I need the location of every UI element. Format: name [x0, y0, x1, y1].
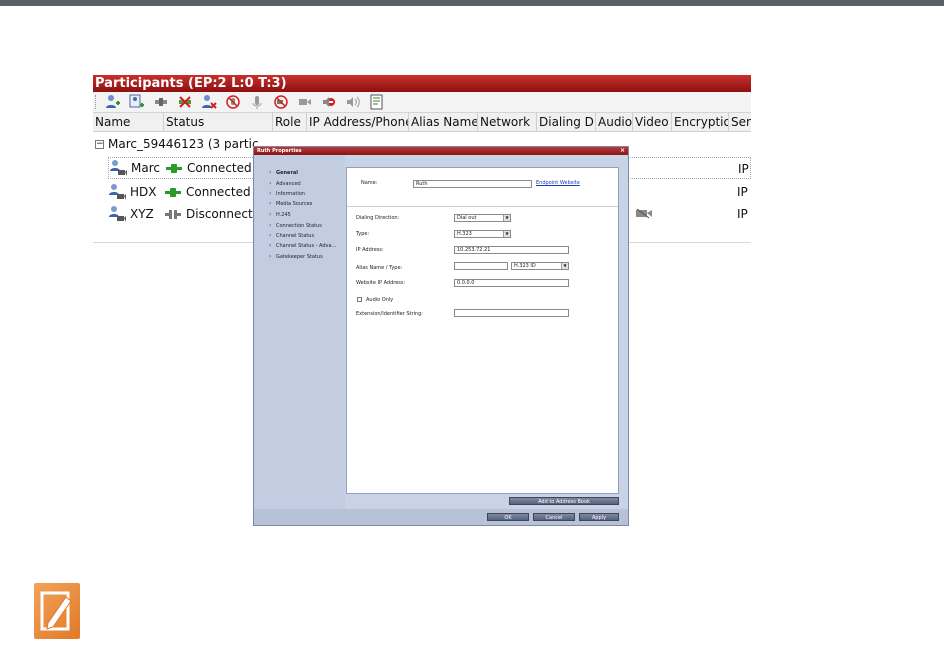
- extension-label: Extension/Identifier String:: [356, 311, 423, 317]
- nav-channel-status-advanced[interactable]: Channel Status - Adva...: [276, 243, 336, 249]
- nav-arrow-icon: ›: [269, 232, 272, 239]
- endpoint-website-link[interactable]: Endpoint Website: [536, 180, 580, 186]
- alias-type-select[interactable]: H.323 ID ▼: [511, 262, 569, 270]
- website-ip-label: Website IP Address:: [356, 280, 406, 286]
- website-ip-field[interactable]: 0.0.0.0: [454, 279, 569, 287]
- nav-arrow-icon: ›: [269, 222, 272, 229]
- column-network[interactable]: Network: [478, 113, 537, 131]
- participant-service: IP: [737, 185, 748, 199]
- volume-icon[interactable]: [341, 93, 365, 111]
- column-dialing[interactable]: Dialing Di: [537, 113, 596, 131]
- dialing-direction-value: Dial out: [457, 215, 477, 221]
- participant-service: IP: [737, 207, 748, 221]
- mute-audio-icon[interactable]: [221, 93, 245, 111]
- nav-media-sources[interactable]: Media Sources: [276, 201, 312, 207]
- panel-title: Participants (EP:2 L:0 T:3): [93, 75, 751, 92]
- nav-channel-status[interactable]: Channel Status: [276, 233, 314, 239]
- column-encryption[interactable]: Encryptio: [672, 113, 729, 131]
- nav-arrow-icon: ›: [269, 253, 272, 260]
- nav-gatekeeper-status[interactable]: Gatekeeper Status: [276, 254, 323, 260]
- conference-name: Marc_59446123 (3 partic: [108, 137, 259, 151]
- participant-service: IP: [738, 162, 749, 176]
- camera-icon[interactable]: [293, 93, 317, 111]
- nav-connection-status[interactable]: Connection Status: [276, 223, 322, 229]
- column-service[interactable]: Ser: [729, 113, 751, 131]
- name-field[interactable]: Ruth: [413, 180, 532, 188]
- general-tab-content: Name: Ruth Endpoint Website Dialing Dire…: [346, 167, 619, 494]
- toolbar: [93, 92, 751, 113]
- nav-advanced[interactable]: Advanced: [276, 181, 301, 187]
- nav-arrow-icon: ›: [269, 169, 272, 176]
- dialog-nav: › General › Advanced › Information › Med…: [254, 155, 345, 519]
- connected-icon: [165, 188, 181, 197]
- cancel-button[interactable]: Cancel: [533, 513, 575, 521]
- nav-arrow-icon: ›: [269, 200, 272, 207]
- nav-information[interactable]: Information: [276, 191, 305, 197]
- column-ip-address[interactable]: IP Address/Phone: [307, 113, 409, 131]
- participant-name: XYZ: [130, 207, 154, 221]
- chevron-down-icon: ▼: [561, 263, 568, 269]
- apply-button[interactable]: Apply: [579, 513, 619, 521]
- chevron-down-icon: ▼: [503, 231, 510, 237]
- nav-arrow-icon: ›: [269, 211, 272, 218]
- participant-name: Marc: [131, 161, 160, 175]
- connect-icon[interactable]: [149, 93, 173, 111]
- chevron-down-icon: ▼: [503, 215, 510, 221]
- dialing-direction-label: Dialing Direction:: [356, 215, 400, 221]
- note-icon: [34, 583, 80, 639]
- type-label: Type:: [356, 231, 370, 237]
- participant-name: HDX: [130, 185, 157, 199]
- add-from-book-icon[interactable]: [125, 93, 149, 111]
- type-select[interactable]: H.323 ▼: [454, 230, 511, 238]
- close-icon[interactable]: ×: [620, 147, 625, 155]
- top-bar: [0, 0, 944, 6]
- divider: [347, 206, 618, 207]
- dialog-title: Ruth Properties ×: [254, 147, 628, 155]
- column-audio[interactable]: Audio: [596, 113, 633, 131]
- toolbar-grip: [95, 95, 98, 109]
- audio-only-label: Audio Only: [366, 297, 394, 303]
- properties-icon[interactable]: [365, 93, 389, 111]
- column-role[interactable]: Role: [273, 113, 307, 131]
- block-audio-icon[interactable]: [317, 93, 341, 111]
- column-name[interactable]: Name: [93, 113, 164, 131]
- nav-arrow-icon: ›: [269, 190, 272, 197]
- alias-name-field[interactable]: [454, 262, 508, 270]
- column-video[interactable]: Video: [633, 113, 672, 131]
- add-to-address-book-button[interactable]: Add to Address Book: [509, 497, 619, 505]
- disconnect-icon[interactable]: [173, 93, 197, 111]
- type-value: H.323: [457, 231, 472, 237]
- participant-endpoint-icon: [109, 206, 126, 222]
- ip-address-label: IP Address:: [356, 247, 384, 253]
- nav-general[interactable]: General: [276, 170, 298, 176]
- ip-address-field[interactable]: 10.253.72.21: [454, 246, 569, 254]
- dialog-title-text: Ruth Properties: [257, 148, 302, 154]
- column-alias[interactable]: Alias Name/: [409, 113, 478, 131]
- ok-button[interactable]: OK: [487, 513, 529, 521]
- name-label: Name:: [361, 180, 378, 186]
- mute-video-icon[interactable]: [269, 93, 293, 111]
- participant-endpoint-icon: [110, 160, 127, 176]
- nav-h245[interactable]: H.245: [276, 212, 291, 218]
- nav-arrow-icon: ›: [269, 242, 272, 249]
- alias-label: Alias Name / Type:: [356, 265, 403, 271]
- extension-field[interactable]: [454, 309, 569, 317]
- properties-dialog: Ruth Properties × › General › Advanced ›…: [253, 146, 629, 526]
- delete-participant-icon[interactable]: [197, 93, 221, 111]
- disconnected-icon: [165, 210, 181, 219]
- microphone-icon[interactable]: [245, 93, 269, 111]
- alias-type-value: H.323 ID: [514, 263, 536, 269]
- column-headers: Name Status Role IP Address/Phone Alias …: [93, 113, 751, 132]
- note-pencil-icon: [40, 591, 72, 631]
- collapse-icon[interactable]: −: [95, 139, 104, 149]
- video-muted-icon: [636, 208, 652, 219]
- dialing-direction-select[interactable]: Dial out ▼: [454, 214, 511, 222]
- audio-only-checkbox[interactable]: [357, 297, 362, 302]
- connected-icon: [166, 164, 182, 173]
- column-status[interactable]: Status: [164, 113, 273, 131]
- nav-arrow-icon: ›: [269, 180, 272, 187]
- add-participant-icon[interactable]: [101, 93, 125, 111]
- participant-endpoint-icon: [109, 184, 126, 200]
